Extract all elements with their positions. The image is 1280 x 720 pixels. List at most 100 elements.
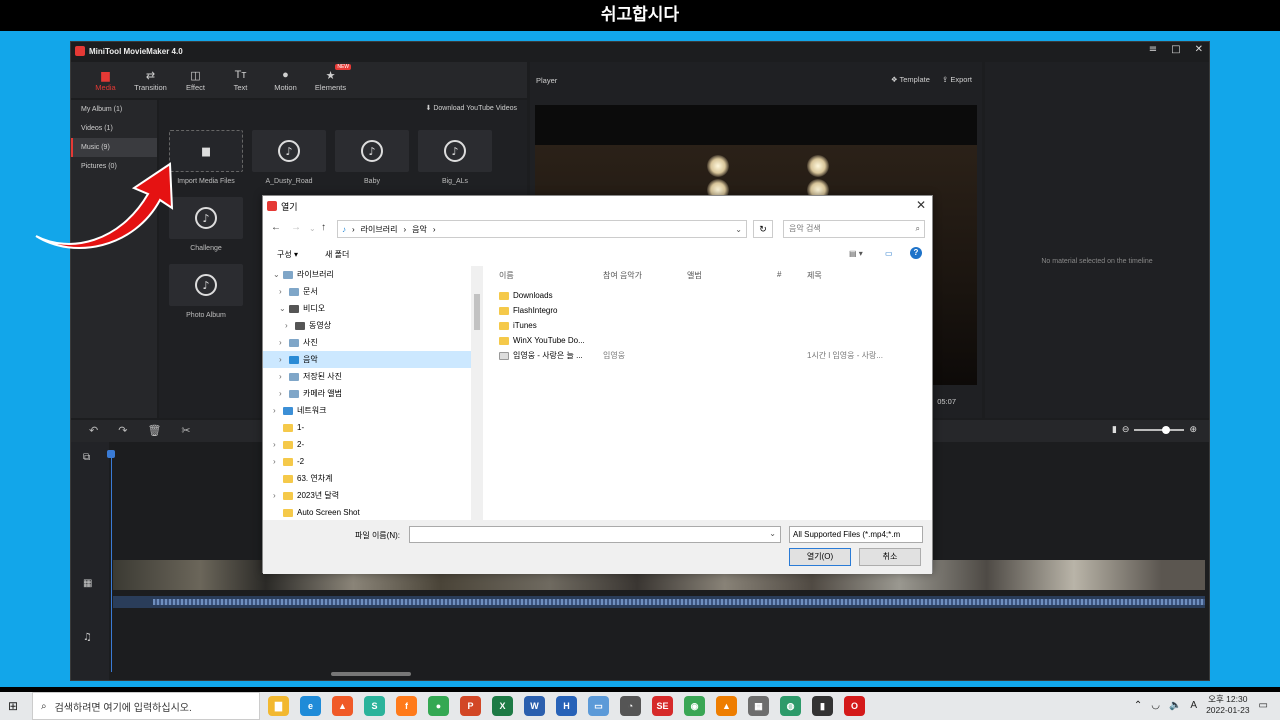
tree-item-saved-pictures[interactable]: › 저장된 사진: [263, 368, 483, 385]
playhead[interactable]: [111, 450, 112, 672]
tree-item-movies[interactable]: › 동영상: [263, 317, 483, 334]
taskbar-app-app-circle[interactable]: ◔: [620, 696, 641, 716]
breadcrumb-music[interactable]: 음악: [412, 224, 427, 235]
taskbar-app-firefox[interactable]: f: [396, 696, 417, 716]
tool-elements[interactable]: ★ Elements NEW: [308, 62, 353, 98]
expand-chevron-icon[interactable]: ⌄: [279, 300, 289, 317]
filename-input[interactable]: ⌄: [409, 526, 781, 543]
tool-effect[interactable]: ◫ Effect: [173, 62, 218, 98]
taskbar-app-opera[interactable]: O: [844, 696, 865, 716]
expand-chevron-icon[interactable]: ⌄: [273, 266, 283, 283]
tree-item-video[interactable]: ⌄ 비디오: [263, 300, 483, 317]
tool-motion[interactable]: ● Motion: [263, 62, 308, 98]
list-item[interactable]: Downloads: [499, 288, 553, 303]
taskbar-app-app-globe[interactable]: ◍: [780, 696, 801, 716]
music-tile[interactable]: ♪: [335, 130, 409, 172]
back-icon[interactable]: ←: [271, 222, 281, 233]
network-status-icon[interactable]: ◡: [1151, 700, 1160, 711]
music-tile[interactable]: ♪: [418, 130, 492, 172]
taskbar-app-app-blue[interactable]: H: [556, 696, 577, 716]
list-item[interactable]: FlashIntegro: [499, 303, 557, 318]
taskbar-app-chrome[interactable]: ●: [428, 696, 449, 716]
music-tile[interactable]: ♪: [252, 130, 326, 172]
music-tile[interactable]: ♪: [169, 264, 243, 306]
maximize-icon[interactable]: □: [1171, 44, 1180, 55]
tree-item-folder[interactable]: › -2: [263, 453, 483, 470]
address-bar[interactable]: ♪ › 라이브러리 › 음악 › ⌄: [337, 220, 747, 238]
download-youtube-link[interactable]: ⬇ Download YouTube Videos: [426, 104, 518, 112]
undo-icon[interactable]: ↶: [89, 424, 98, 437]
column-number[interactable]: #: [777, 270, 781, 279]
expand-chevron-icon[interactable]: ›: [285, 317, 295, 334]
cut-icon[interactable]: ✂: [181, 424, 190, 437]
breadcrumb-library[interactable]: 라이브러리: [361, 224, 398, 235]
tree-item-pictures[interactable]: › 사진: [263, 334, 483, 351]
taskbar-app-app-teal[interactable]: S: [364, 696, 385, 716]
tree-item-camera-roll[interactable]: › 카메라 앨범: [263, 385, 483, 402]
expand-chevron-icon[interactable]: ›: [273, 436, 283, 453]
cancel-button[interactable]: 취소: [859, 548, 921, 566]
taskbar-search[interactable]: ⌕ 검색하려면 여기에 입력하십시오.: [32, 692, 260, 720]
file-type-select[interactable]: All Supported Files (*.mp4;*.m: [789, 526, 923, 543]
taskbar-app-app-red[interactable]: SE: [652, 696, 673, 716]
tree-item-network[interactable]: › 네트워크: [263, 402, 483, 419]
redo-icon[interactable]: ↷: [118, 424, 127, 437]
recent-dropdown-icon[interactable]: ⌄: [309, 224, 316, 233]
windows-start-icon[interactable]: ⊞: [0, 692, 26, 720]
expand-chevron-icon[interactable]: ›: [279, 351, 289, 368]
preview-pane-icon[interactable]: ▭: [885, 249, 893, 258]
sidebar-item-videos[interactable]: Videos (1): [71, 119, 157, 138]
column-album[interactable]: 앨범: [687, 270, 702, 281]
tree-item-folder[interactable]: 1-: [263, 419, 483, 436]
expand-chevron-icon[interactable]: ›: [273, 402, 283, 419]
tree-item-documents[interactable]: › 문서: [263, 283, 483, 300]
chevron-down-icon[interactable]: ⌄: [769, 529, 776, 538]
fit-icon[interactable]: ▮: [1112, 425, 1117, 435]
tree-item-library[interactable]: ⌄ 라이브러리: [263, 266, 483, 283]
new-folder-button[interactable]: 새 폴더: [325, 249, 349, 260]
open-button[interactable]: 열기(O): [789, 548, 851, 566]
up-icon[interactable]: ↑: [321, 222, 326, 233]
taskbar-clock[interactable]: 오후 12:30 2022-01-23: [1206, 694, 1249, 716]
taskbar-app-excel[interactable]: X: [492, 696, 513, 716]
forward-icon[interactable]: →: [291, 222, 301, 233]
tree-item-folder[interactable]: 63. 연차계: [263, 470, 483, 487]
audio-waveform[interactable]: [113, 596, 1205, 608]
tree-item-folder[interactable]: › 2-: [263, 436, 483, 453]
tree-item-folder[interactable]: Auto Screen Shot: [263, 504, 483, 520]
organize-button[interactable]: 구성 ▾: [277, 249, 298, 260]
language-indicator[interactable]: A: [1190, 700, 1197, 711]
expand-chevron-icon[interactable]: ›: [279, 368, 289, 385]
tool-media[interactable]: ▆ Media: [83, 62, 128, 98]
zoom-in-icon[interactable]: ⊕: [1189, 425, 1197, 435]
view-options-icon[interactable]: ▤ ▾: [849, 249, 863, 258]
add-track-icon[interactable]: ⧉: [83, 452, 90, 463]
delete-icon[interactable]: 🗑: [147, 424, 161, 437]
column-name[interactable]: 이름: [499, 270, 514, 281]
zoom-knob[interactable]: [1162, 426, 1171, 434]
export-button[interactable]: ⇪ Export: [942, 75, 972, 84]
close-icon[interactable]: ✕: [1195, 44, 1203, 55]
scrollbar-thumb[interactable]: [474, 294, 480, 330]
taskbar-app-edge[interactable]: e: [300, 696, 321, 716]
help-icon[interactable]: ?: [910, 247, 922, 259]
column-title[interactable]: 제목: [807, 270, 822, 281]
expand-chevron-icon[interactable]: ›: [279, 385, 289, 402]
taskbar-app-explorer[interactable]: ▇: [268, 696, 289, 716]
taskbar-app-brave[interactable]: ▲: [332, 696, 353, 716]
taskbar-app-powerpoint[interactable]: P: [460, 696, 481, 716]
expand-chevron-icon[interactable]: ›: [273, 453, 283, 470]
menu-icon[interactable]: ≡: [1149, 44, 1157, 55]
expand-chevron-icon[interactable]: ›: [273, 487, 283, 504]
refresh-button[interactable]: ↻: [753, 220, 773, 238]
zoom-out-icon[interactable]: ⊖: [1122, 425, 1130, 435]
timeline-scrollbar[interactable]: [331, 672, 411, 676]
list-item[interactable]: 임영웅 - 사랑은 늘 ...: [499, 348, 583, 363]
list-item[interactable]: WinX YouTube Do...: [499, 333, 585, 348]
address-dropdown-icon[interactable]: ⌄: [735, 225, 742, 234]
tree-item-music[interactable]: › 음악: [263, 351, 483, 368]
expand-chevron-icon[interactable]: ›: [279, 283, 289, 300]
notification-icon[interactable]: ▭: [1259, 700, 1268, 711]
zoom-slider[interactable]: [1134, 426, 1185, 434]
template-button[interactable]: ❖ Template: [891, 75, 930, 84]
